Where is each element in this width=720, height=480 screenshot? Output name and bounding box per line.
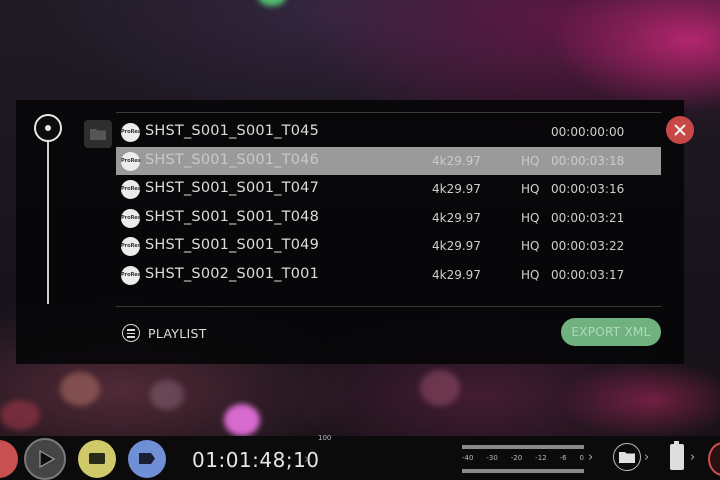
- clip-row[interactable]: ProRes SHST_S001_S001_T048 4k29.97 HQ 00…: [116, 204, 661, 233]
- clip-format: 4k29.97: [432, 182, 481, 197]
- folder-icon: [619, 452, 635, 463]
- bokeh-light: [60, 372, 100, 406]
- monitor-icon: [89, 453, 105, 464]
- clip-row[interactable]: ProRes SHST_S001_S001_T045 00:00:00:00: [116, 118, 661, 147]
- folder-button[interactable]: [84, 120, 112, 148]
- list-icon: [122, 324, 140, 342]
- prores-icon: ProRes: [121, 151, 141, 171]
- clip-duration: 00:00:03:18: [551, 153, 625, 168]
- clip-format: 4k29.97: [432, 210, 481, 225]
- clip-duration: 00:00:00:00: [551, 125, 625, 139]
- clip-name: SHST_S002_S001_T001: [145, 265, 320, 282]
- clip-format: 4k29.97: [432, 267, 481, 282]
- level-marker: 100: [318, 434, 332, 442]
- clip-duration: 00:00:03:17: [551, 267, 625, 282]
- monitor-button[interactable]: [78, 440, 116, 478]
- meter-channel: [462, 445, 584, 449]
- prores-icon: ProRes: [121, 237, 141, 257]
- clip-name: SHST_S001_S001_T046: [145, 151, 320, 168]
- clip-quality: HQ: [521, 239, 540, 254]
- storage-button[interactable]: [613, 443, 641, 471]
- meter-scale: -40 -30 -20 -12 -6 0: [462, 454, 584, 462]
- clip-name: SHST_S001_S001_T048: [145, 208, 320, 225]
- close-button[interactable]: [666, 116, 694, 144]
- playlist-label: PLAYLIST: [148, 325, 207, 341]
- tag-icon: [139, 453, 155, 464]
- bokeh-light: [0, 400, 40, 430]
- meter-channel: [462, 469, 584, 473]
- bokeh-light: [224, 404, 260, 436]
- prores-icon: ProRes: [121, 123, 141, 142]
- chevron-right-icon: ›: [644, 450, 650, 465]
- battery-icon[interactable]: [670, 441, 684, 470]
- chevron-right-icon: ›: [304, 452, 310, 467]
- clip-list: ProRes SHST_S001_S001_T045 00:00:00:00 P…: [116, 118, 661, 290]
- bokeh-light: [420, 370, 460, 406]
- clip-format: 4k29.97: [432, 239, 481, 254]
- play-button[interactable]: [24, 438, 66, 480]
- clip-row[interactable]: ProRes SHST_S001_S001_T047 4k29.97 HQ 00…: [116, 175, 661, 204]
- tag-button[interactable]: [128, 440, 166, 478]
- clip-format: 4k29.97: [432, 153, 481, 168]
- clip-duration: 00:00:03:16: [551, 182, 625, 197]
- bokeh-light: [150, 380, 184, 410]
- prores-icon: ProRes: [121, 208, 141, 228]
- divider: [116, 306, 661, 307]
- clip-duration: 00:00:03:21: [551, 210, 625, 225]
- chevron-right-icon: ›: [588, 450, 594, 465]
- audio-meter[interactable]: -40 -30 -20 -12 -6 0: [462, 445, 584, 475]
- clip-row[interactable]: ProRes SHST_S001_S001_T049 4k29.97 HQ 00…: [116, 232, 661, 261]
- play-icon: [39, 450, 55, 468]
- chevron-right-icon: ›: [690, 450, 696, 465]
- clip-row-selected[interactable]: ProRes SHST_S001_S001_T046 4k29.97 HQ 00…: [116, 146, 661, 176]
- clip-duration: 00:00:03:22: [551, 239, 625, 254]
- clip-name: SHST_S001_S001_T049: [145, 237, 320, 254]
- clip-quality: HQ: [521, 210, 540, 225]
- prores-icon: ProRes: [121, 265, 141, 285]
- divider: [116, 112, 661, 113]
- scroll-handle[interactable]: [34, 114, 62, 142]
- clip-name: SHST_S001_S001_T047: [145, 180, 320, 197]
- close-icon: [674, 124, 686, 136]
- clip-browser-dialog: ProRes SHST_S001_S001_T045 00:00:00:00 P…: [16, 100, 694, 364]
- prores-icon: ProRes: [121, 180, 141, 200]
- playlist-button[interactable]: PLAYLIST: [122, 324, 207, 342]
- clip-quality: HQ: [521, 153, 540, 168]
- export-xml-button[interactable]: EXPORT XML: [561, 318, 661, 346]
- clip-quality: HQ: [521, 182, 540, 197]
- bokeh-light: [258, 0, 286, 6]
- clip-row[interactable]: ProRes SHST_S002_S001_T001 4k29.97 HQ 00…: [116, 261, 661, 290]
- clip-quality: HQ: [521, 267, 540, 282]
- timecode-display[interactable]: 01:01:48;10: [192, 448, 320, 472]
- scroll-track[interactable]: [47, 114, 49, 304]
- clip-name: SHST_S001_S001_T045: [145, 123, 320, 139]
- folder-icon: [90, 129, 106, 140]
